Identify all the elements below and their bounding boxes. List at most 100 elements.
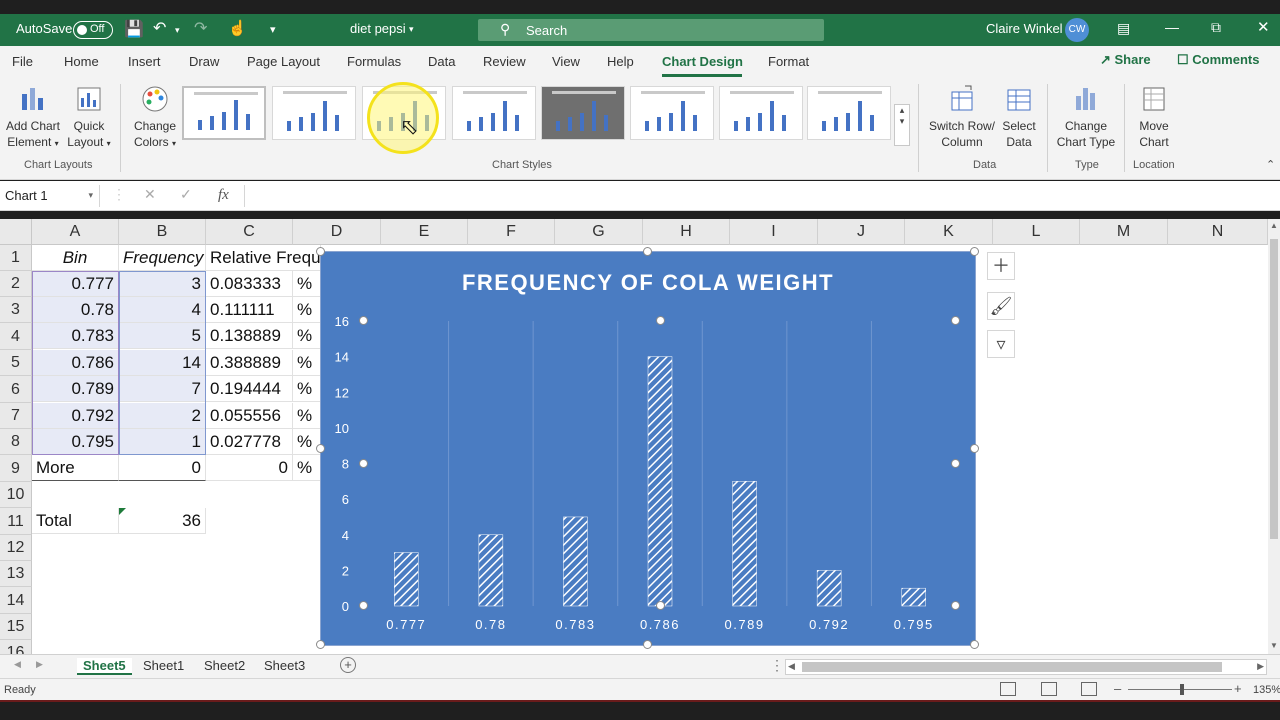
plot-area-handle[interactable]: [656, 316, 665, 325]
resize-handle[interactable]: [643, 640, 652, 649]
column-header[interactable]: L: [993, 219, 1080, 245]
row-header[interactable]: 4: [0, 323, 32, 350]
tab-review[interactable]: Review: [483, 54, 526, 69]
insert-function-icon[interactable]: fx: [218, 187, 229, 204]
scroll-down-icon[interactable]: ▼: [1270, 641, 1278, 650]
redo-icon[interactable]: ↷: [194, 18, 207, 38]
select-data-button[interactable]: Select Data: [998, 84, 1040, 150]
row-header[interactable]: 2: [0, 271, 32, 297]
column-header[interactable]: F: [468, 219, 555, 245]
plot-area-handle[interactable]: [951, 601, 960, 610]
column-header[interactable]: M: [1080, 219, 1168, 245]
formula-input[interactable]: [244, 185, 1274, 207]
save-icon[interactable]: 💾: [124, 19, 144, 39]
row-header[interactable]: 9: [0, 455, 32, 482]
chart-style-2[interactable]: [272, 86, 356, 140]
cell-d9[interactable]: %: [293, 455, 321, 481]
histogram-chart[interactable]: FREQUENCY OF COLA WEIGHT 0 2 4 6 8 10 12 14 16 0.…: [316, 247, 979, 649]
page-layout-view-icon[interactable]: [1041, 682, 1057, 696]
row-header[interactable]: 13: [0, 561, 32, 587]
resize-handle[interactable]: [316, 640, 325, 649]
cell-a1[interactable]: Bin: [32, 245, 119, 271]
cell-a8[interactable]: 0.795: [32, 429, 119, 455]
row-header[interactable]: 6: [0, 376, 32, 403]
row-header[interactable]: 16: [0, 640, 32, 654]
normal-view-icon[interactable]: [1000, 682, 1016, 696]
column-header[interactable]: C: [206, 219, 293, 245]
comments-button[interactable]: ☐ Comments: [1177, 52, 1259, 74]
vertical-scroll-thumb[interactable]: [1270, 239, 1278, 539]
tab-chart-design[interactable]: Chart Design: [662, 54, 743, 69]
chart-style-8[interactable]: [807, 86, 891, 140]
plot-area-handle[interactable]: [951, 316, 960, 325]
resize-handle[interactable]: [316, 247, 325, 256]
cell-a9[interactable]: More: [32, 455, 119, 481]
cell-c5[interactable]: 0.388889: [206, 350, 293, 376]
row-header[interactable]: 11: [0, 508, 32, 535]
row-header[interactable]: 7: [0, 403, 32, 429]
add-chart-element-button[interactable]: Add Chart Element ▾: [4, 84, 62, 152]
close-icon[interactable]: ✕: [1257, 18, 1270, 36]
bar[interactable]: [816, 570, 842, 607]
cell-a3[interactable]: 0.78: [32, 297, 119, 323]
cell-a6[interactable]: 0.789: [32, 376, 119, 402]
chart-title[interactable]: FREQUENCY OF COLA WEIGHT: [462, 270, 834, 295]
row-header[interactable]: 1: [0, 245, 32, 271]
cell-b2[interactable]: 3: [119, 271, 206, 297]
cell-c2[interactable]: 0.083333: [206, 271, 293, 297]
chevron-up-icon[interactable]: ▴: [895, 105, 909, 116]
avatar[interactable]: CW: [1065, 18, 1089, 42]
change-colors-button[interactable]: Change Colors ▾: [128, 84, 182, 152]
cell-b5[interactable]: 14: [119, 350, 206, 376]
plot-area-handle[interactable]: [951, 459, 960, 468]
error-indicator-icon[interactable]: [119, 508, 126, 515]
share-button[interactable]: ↗ Share: [1100, 52, 1151, 74]
chevron-down-icon[interactable]: ▾: [895, 116, 909, 127]
row-header[interactable]: 14: [0, 587, 32, 614]
cancel-icon[interactable]: ✕: [144, 186, 156, 203]
scroll-left-icon[interactable]: ◀: [788, 661, 795, 672]
cell-b1[interactable]: Frequency: [119, 245, 206, 271]
cell-c7[interactable]: 0.055556: [206, 403, 293, 429]
ribbon-display-options-icon[interactable]: ▤: [1117, 20, 1130, 37]
zoom-in-icon[interactable]: +: [1234, 681, 1242, 696]
minimize-icon[interactable]: —: [1165, 19, 1179, 35]
row-header[interactable]: 5: [0, 350, 32, 376]
prev-sheet-icon[interactable]: ◀: [14, 659, 21, 670]
customize-toolbar-icon[interactable]: ▾: [270, 23, 276, 36]
cell-b3[interactable]: 4: [119, 297, 206, 323]
resize-handle[interactable]: [643, 247, 652, 256]
column-header[interactable]: A: [32, 219, 119, 245]
tab-formulas[interactable]: Formulas: [347, 54, 401, 69]
cell-b8[interactable]: 1: [119, 429, 206, 455]
horizontal-scroll-thumb[interactable]: [802, 662, 1222, 672]
plot-area-handle[interactable]: [656, 601, 665, 610]
chart-styles-button[interactable]: 🖌: [987, 292, 1015, 320]
column-header[interactable]: E: [381, 219, 468, 245]
cell-c6[interactable]: 0.194444: [206, 376, 293, 402]
resize-handle[interactable]: [970, 247, 979, 256]
bar[interactable]: [732, 481, 757, 607]
column-header[interactable]: H: [643, 219, 730, 245]
quick-layout-button[interactable]: Quick Layout ▾: [64, 84, 114, 152]
plot-area-handle[interactable]: [359, 601, 368, 610]
column-header[interactable]: B: [119, 219, 206, 245]
cell-d7[interactable]: %: [293, 403, 321, 429]
collapse-ribbon-icon[interactable]: ⌃: [1266, 158, 1275, 171]
cell-d5[interactable]: %: [293, 350, 321, 376]
plot-area-handle[interactable]: [359, 316, 368, 325]
sheet-tab-sheet3[interactable]: Sheet3: [264, 658, 305, 673]
cell-b7[interactable]: 2: [119, 403, 206, 429]
cell-c4[interactable]: 0.138889: [206, 323, 293, 349]
cell-c1[interactable]: Relative Frequ: [206, 245, 321, 271]
sheet-tab-sheet1[interactable]: Sheet1: [143, 658, 184, 673]
tab-view[interactable]: View: [552, 54, 580, 69]
tab-file[interactable]: File: [12, 54, 33, 69]
cell-a2[interactable]: 0.777: [32, 271, 119, 297]
column-header[interactable]: K: [905, 219, 993, 245]
move-chart-button[interactable]: Move Chart: [1130, 84, 1178, 150]
cell-b4[interactable]: 5: [119, 323, 206, 349]
vertical-scrollbar[interactable]: ▲ ▼: [1268, 219, 1280, 654]
cell-b9[interactable]: 0: [119, 455, 206, 481]
tab-insert[interactable]: Insert: [128, 54, 161, 69]
